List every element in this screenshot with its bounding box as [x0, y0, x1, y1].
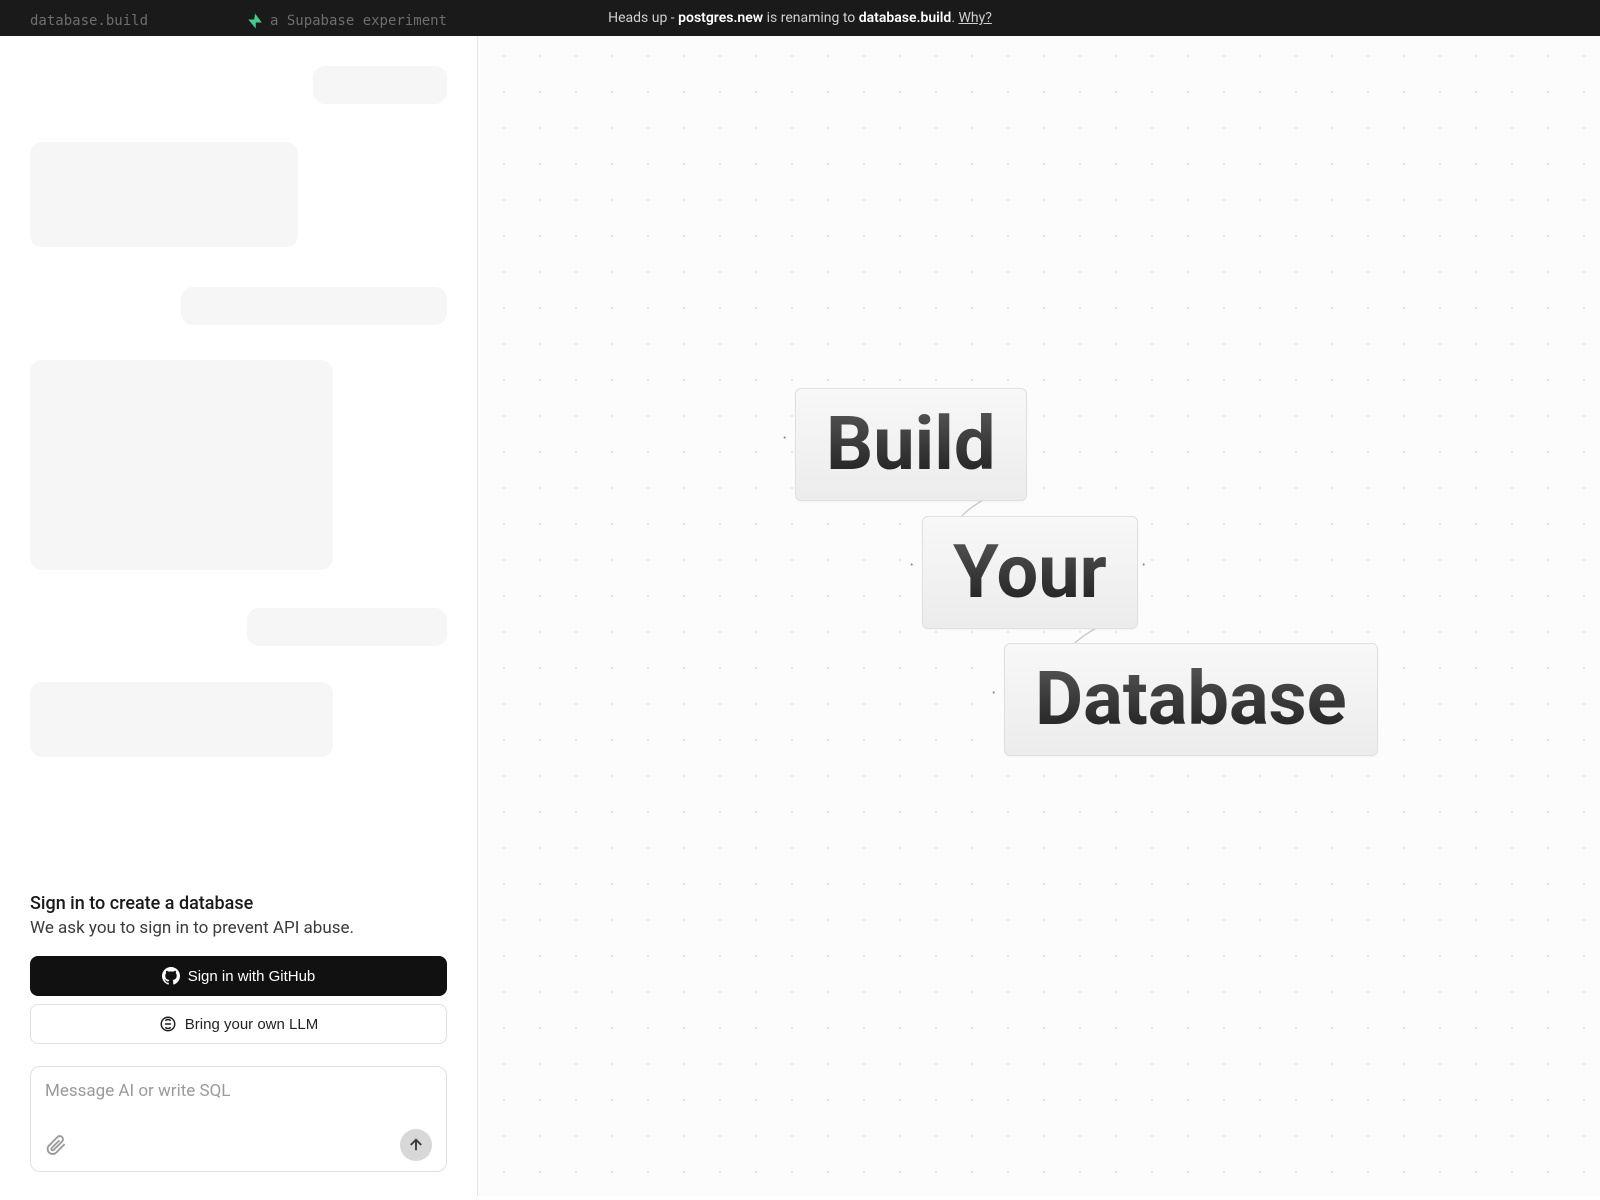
chat-bubble-placeholder: [313, 66, 447, 104]
banner-old-name: postgres.new: [678, 10, 763, 26]
hero-word-build: Build: [795, 388, 1027, 501]
signin-github-label: Sign in with GitHub: [188, 968, 316, 985]
anchor-dot-icon: •: [992, 688, 995, 699]
sidebar-header: database.build a Supabase experiment: [0, 0, 477, 36]
brand-name: database.build: [30, 13, 148, 29]
github-icon: [162, 967, 180, 985]
input-area: [0, 1054, 477, 1196]
banner-why-link[interactable]: Why?: [958, 10, 991, 26]
app-container: database.build a Supabase experiment Sig…: [0, 36, 1600, 1196]
signin-github-button[interactable]: Sign in with GitHub: [30, 956, 447, 996]
chat-input-box: [30, 1066, 447, 1172]
chat-bubble-placeholder: [30, 142, 298, 247]
input-controls: [45, 1129, 432, 1161]
bring-your-own-llm-label: Bring your own LLM: [185, 1016, 318, 1033]
chat-bubble-placeholder: [247, 608, 447, 646]
sidebar: database.build a Supabase experiment Sig…: [0, 36, 478, 1196]
signin-title: Sign in to create a database: [30, 893, 447, 914]
banner-middle: is renaming to: [763, 10, 859, 26]
experiment-label-text: a Supabase experiment: [270, 13, 447, 29]
anchor-dot-icon: •: [783, 433, 786, 444]
chat-bubble-placeholder: [181, 287, 447, 325]
attach-button[interactable]: [45, 1134, 67, 1156]
hero-word-database: Database: [1004, 643, 1378, 756]
anchor-dot-icon: •: [910, 560, 913, 571]
supabase-logo-icon: [246, 12, 264, 30]
hero-word-database-text: Database: [1035, 656, 1347, 743]
experiment-label: a Supabase experiment: [246, 12, 447, 30]
chat-input[interactable]: [45, 1081, 432, 1121]
send-button[interactable]: [400, 1129, 432, 1161]
signin-section: Sign in to create a database We ask you …: [0, 893, 477, 1054]
brain-icon: [159, 1015, 177, 1033]
anchor-dot-icon: •: [1142, 560, 1145, 571]
bring-your-own-llm-button[interactable]: Bring your own LLM: [30, 1004, 447, 1044]
chat-bubble-placeholder: [30, 682, 333, 757]
hero-word-your-text: Your: [953, 529, 1107, 616]
chat-bubble-placeholder: [30, 360, 333, 570]
hero-word-your: Your: [922, 516, 1138, 629]
canvas-hero: • • • • • • Build Your Database: [729, 388, 1349, 768]
arrow-up-icon: [407, 1136, 425, 1154]
hero-word-build-text: Build: [826, 401, 996, 488]
paperclip-icon: [45, 1134, 67, 1156]
chat-history-placeholder: [0, 36, 477, 893]
banner-prefix: Heads up -: [608, 10, 678, 26]
signin-subtitle: We ask you to sign in to prevent API abu…: [30, 918, 447, 938]
canvas[interactable]: • • • • • • Build Your Database: [478, 36, 1600, 1196]
banner-new-name: database.build: [859, 10, 952, 26]
